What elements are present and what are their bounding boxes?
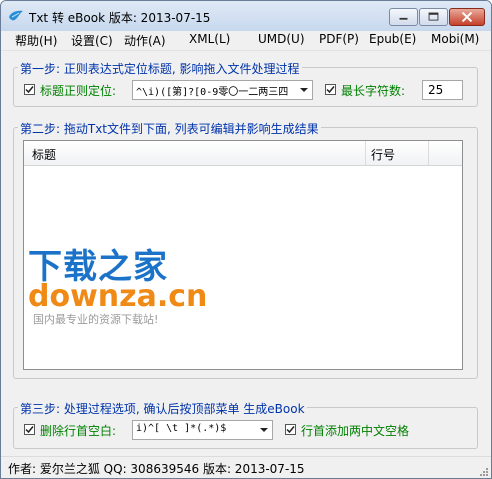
resize-grip-icon[interactable] xyxy=(478,466,489,477)
remove-blank-combo[interactable]: i)^[ \t ]*(.*)$ xyxy=(132,420,273,440)
step3-title: 第三步: 处理过程选项, 确认后按顶部菜单 生成eBook xyxy=(18,400,307,417)
check-icon xyxy=(286,426,295,434)
check-icon xyxy=(326,86,335,94)
maximize-icon xyxy=(428,12,439,21)
step2-title: 第二步: 拖动Txt文件到下面, 列表可编辑并影响生成结果 xyxy=(18,120,321,137)
menu-xml[interactable]: XML(L) xyxy=(189,32,230,46)
title-regex-label: 标题正则定位: xyxy=(40,84,117,98)
close-icon xyxy=(461,11,473,23)
remove-blank-label: 删除行首空白: xyxy=(40,424,117,438)
title-regex-checkbox[interactable] xyxy=(24,84,35,95)
column-line-number[interactable]: 行号 xyxy=(371,146,395,163)
minimize-icon xyxy=(399,17,408,20)
app-window: Txt 转 eBook 版本: 2013-07-15 帮助(H) 设置(C) 动… xyxy=(0,0,492,479)
remove-blank-checkbox[interactable] xyxy=(24,424,35,435)
title-bar[interactable]: Txt 转 eBook 版本: 2013-07-15 xyxy=(1,1,491,31)
menu-epub[interactable]: Epub(E) xyxy=(369,32,416,46)
title-regex-combo[interactable]: ^\i)([第]?[0-9零〇一二两三四 xyxy=(132,80,313,100)
minimize-button[interactable] xyxy=(389,8,418,26)
status-bar: 作者: 爱尔兰之狐 QQ: 308639546 版本: 2013-07-15 xyxy=(1,456,491,478)
app-bird-icon xyxy=(9,10,23,21)
check-icon xyxy=(25,86,34,94)
maximize-button[interactable] xyxy=(419,8,448,26)
step1-title: 第一步: 正则表达式定位标题, 影响拖入文件处理过程 xyxy=(18,60,302,77)
watermark-domain: downza.cn xyxy=(28,279,208,314)
menu-mobi[interactable]: Mobi(M) xyxy=(431,32,479,46)
add-space-checkbox[interactable] xyxy=(285,424,296,435)
close-button[interactable] xyxy=(449,8,485,26)
menu-action[interactable]: 动作(A) xyxy=(124,32,166,49)
column-title[interactable]: 标题 xyxy=(32,146,56,163)
watermark-slogan: 国内最专业的资源下载站! xyxy=(33,313,159,326)
menu-umd[interactable]: UMD(U) xyxy=(258,32,305,46)
chevron-down-icon xyxy=(300,88,308,92)
status-text: 作者: 爱尔兰之狐 QQ: 308639546 版本: 2013-07-15 xyxy=(8,462,305,476)
menu-pdf[interactable]: PDF(P) xyxy=(319,32,359,46)
maxlen-checkbox[interactable] xyxy=(325,84,336,95)
title-regex-value: ^\i)([第]?[0-9零〇一二两三四 xyxy=(136,87,289,98)
add-space-label: 行首添加两中文空格 xyxy=(301,424,410,438)
column-divider[interactable] xyxy=(428,141,429,165)
column-divider[interactable] xyxy=(365,141,366,165)
menu-bar: 帮助(H) 设置(C) 动作(A) XML(L) UMD(U) PDF(P) E… xyxy=(1,31,491,51)
check-icon xyxy=(25,426,34,434)
menu-settings[interactable]: 设置(C) xyxy=(71,32,113,49)
menu-help[interactable]: 帮助(H) xyxy=(15,32,57,49)
maxlen-value: 25 xyxy=(428,83,444,97)
remove-blank-value: i)^[ \t ]*(.*)$ xyxy=(136,423,227,434)
list-header: 标题 行号 xyxy=(24,141,462,166)
chevron-down-icon xyxy=(260,428,268,432)
maxlen-label: 最长字符数: xyxy=(341,84,406,98)
maxlen-input[interactable]: 25 xyxy=(422,80,463,100)
window-title: Txt 转 eBook 版本: 2013-07-15 xyxy=(29,11,211,25)
